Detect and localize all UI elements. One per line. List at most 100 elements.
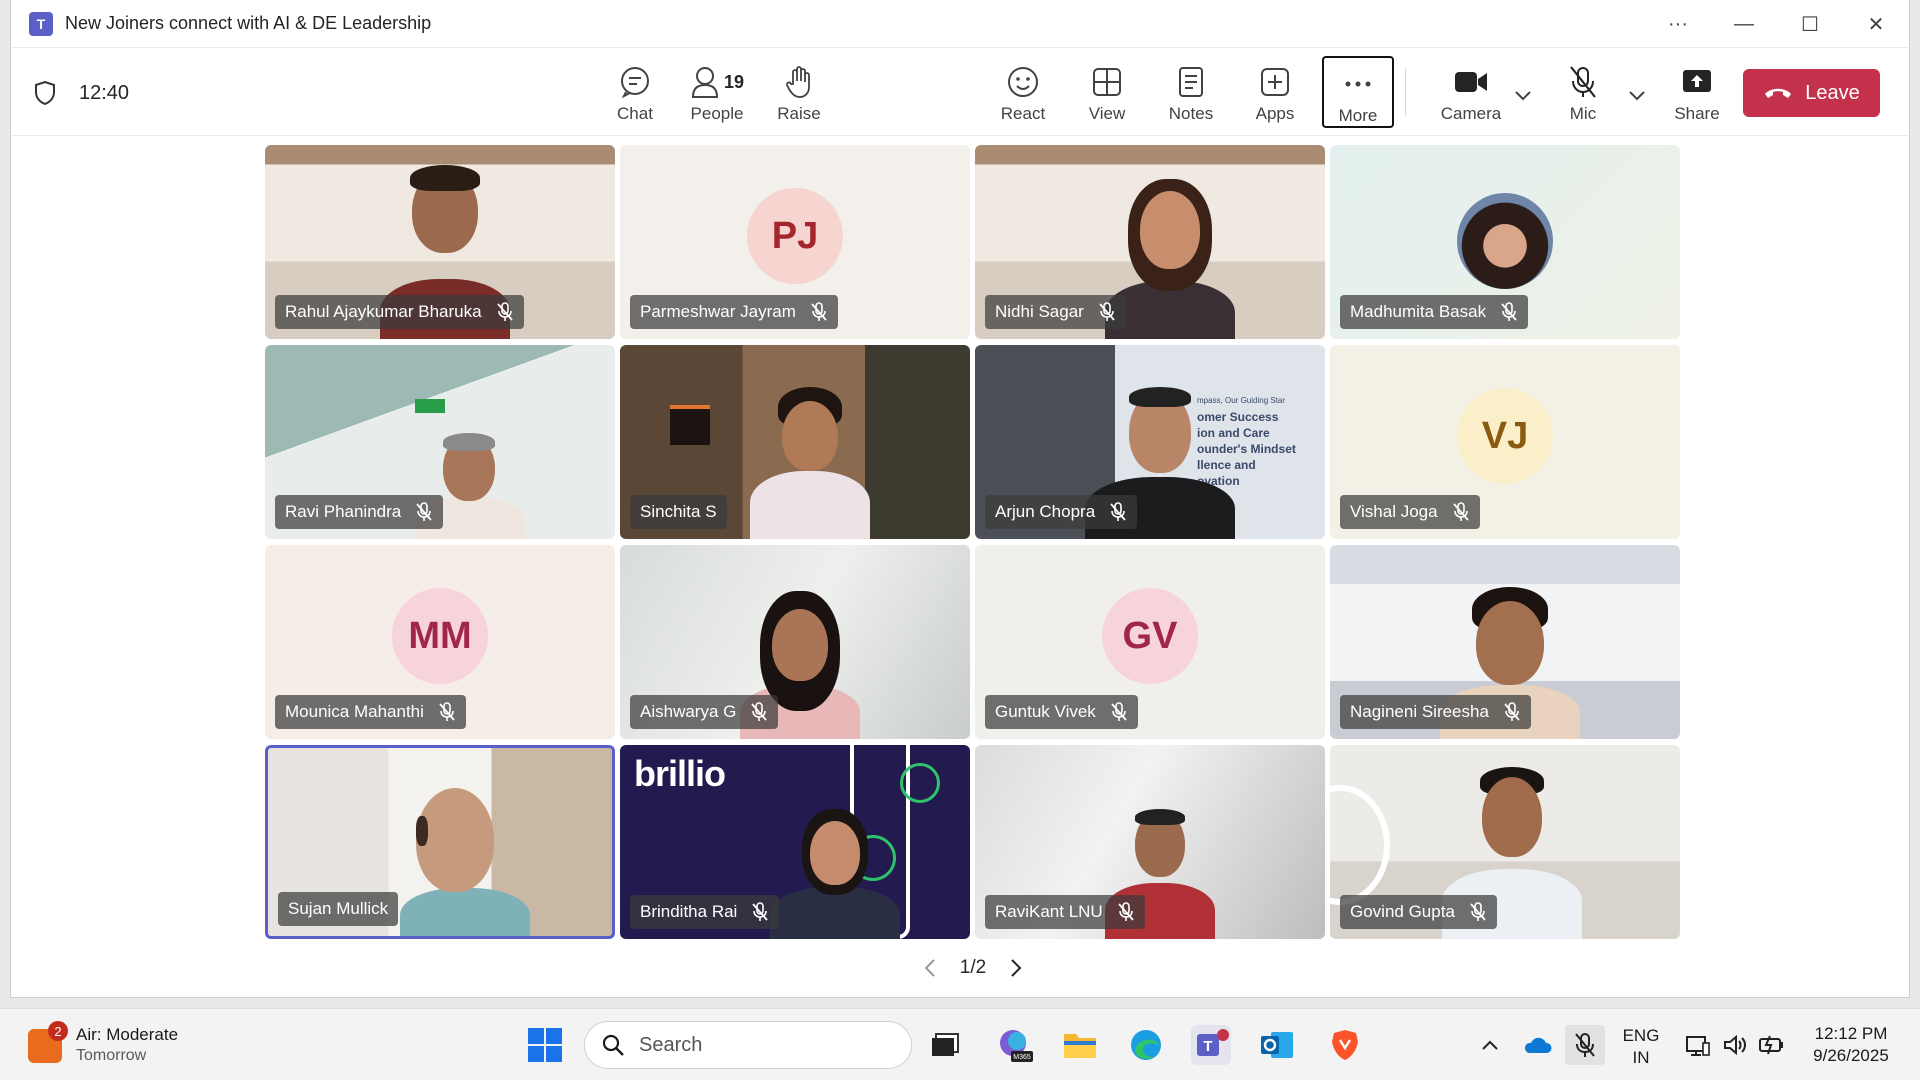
notes-icon [1177,62,1205,102]
react-button[interactable]: React [991,56,1055,128]
participant-tile[interactable]: Sinchita S [620,345,970,539]
participant-video [770,809,900,939]
participant-tile[interactable]: Nidhi Sagar [975,145,1325,339]
participant-name-tag: Brinditha Rai [630,895,780,929]
participant-name: Sinchita S [640,502,717,521]
people-button[interactable]: 19 People [677,56,757,128]
teams-taskbar-icon[interactable]: T [1191,1025,1231,1065]
participant-initials-avatar: VJ [1457,388,1553,485]
windows-start-icon[interactable] [525,1025,565,1065]
minimize-icon[interactable]: — [1711,0,1777,48]
participant-grid: Rahul Ajaykumar Bharuka PJ Parmeshwar Ja… [265,145,1680,940]
network-icon[interactable] [1678,1025,1718,1065]
search-icon [602,1034,624,1056]
participant-name-tag: Arjun Chopra [985,495,1138,529]
apps-label: Apps [1255,104,1295,123]
mic-muted-icon [751,702,768,721]
participant-tile[interactable]: Aishwarya G [620,545,970,739]
mic-label: Mic [1569,104,1597,123]
previous-page-icon[interactable] [923,958,937,978]
camera-icon [1454,62,1488,102]
title-bar: T New Joiners connect with AI & DE Leade… [11,0,1909,48]
participant-name: Guntuk Vivek [995,702,1096,721]
mic-options-chevron-icon[interactable] [1627,86,1647,106]
desktop: T New Joiners connect with AI & DE Leade… [0,0,1920,1008]
mic-muted-icon [496,302,513,321]
participant-tile[interactable]: GV Guntuk Vivek [975,545,1325,739]
microsoft-365-icon[interactable]: M365 [995,1025,1035,1065]
taskbar-search[interactable]: Search [584,1021,912,1069]
mic-muted-icon [1470,902,1486,921]
clock-time: 12:12 PM [1814,1024,1888,1043]
add-apps-icon [1260,62,1290,102]
volume-icon[interactable] [1715,1025,1755,1065]
task-view-icon[interactable] [925,1025,965,1065]
participant-tile[interactable]: Govind Gupta [1330,745,1680,939]
weather-day: Tomorrow [76,1047,147,1064]
share-label: Share [1674,104,1720,123]
participant-tile[interactable]: Ravi Phanindra [265,345,615,539]
participant-tile[interactable]: PJ Parmeshwar Jayram [620,145,970,339]
participant-name: Rahul Ajaykumar Bharuka [285,302,482,321]
participant-name-tag: Rahul Ajaykumar Bharuka [275,295,524,329]
apps-button[interactable]: Apps [1243,56,1307,128]
mic-muted-icon [752,902,769,921]
show-hidden-icons-chevron-icon[interactable] [1470,1025,1510,1065]
share-button[interactable]: Share [1665,56,1729,128]
maximize-icon[interactable]: ☐ [1777,0,1843,48]
edge-browser-icon[interactable] [1126,1025,1166,1065]
outlook-icon[interactable] [1257,1025,1297,1065]
participant-tile[interactable]: RaviKant LNU [975,745,1325,939]
mic-muted-tray-icon[interactable] [1565,1025,1605,1065]
weather-widget[interactable]: 2 Air: Moderate Tomorrow [28,1021,228,1069]
participant-name: Brinditha Rai [640,902,738,921]
mic-button[interactable]: Mic [1551,56,1615,128]
raise-hand-button[interactable]: Raise [767,56,831,128]
camera-button[interactable]: Camera [1431,56,1511,128]
close-icon[interactable]: ✕ [1843,0,1909,48]
participant-tile[interactable]: brillio Brinditha Rai [620,745,970,939]
meeting-timer: 12:40 [79,82,130,104]
react-label: React [1000,104,1046,123]
participant-name: Aishwarya G [640,702,737,721]
participant-name-tag: Parmeshwar Jayram [630,295,838,329]
clock[interactable]: 12:12 PM 9/26/2025 [1796,1023,1906,1067]
next-page-icon[interactable] [1009,958,1023,978]
more-options-icon[interactable]: ··· [1645,0,1711,48]
participant-tile[interactable]: MM Mounica Mahanthi [265,545,615,739]
participant-tile-active-speaker[interactable]: Sujan Mullick [265,745,615,939]
notes-button[interactable]: Notes [1159,56,1223,128]
people-label: People [690,104,744,123]
brave-browser-icon[interactable] [1325,1025,1365,1065]
camera-options-chevron-icon[interactable] [1513,86,1533,106]
participant-tile[interactable]: Nagineni Sireesha [1330,545,1680,739]
share-screen-icon [1681,62,1713,102]
leave-button[interactable]: Leave [1743,69,1880,117]
mic-muted-icon [439,702,455,721]
participant-name-tag: Ravi Phanindra [275,495,444,529]
participant-tile[interactable]: Rahul Ajaykumar Bharuka [265,145,615,339]
language-indicator[interactable]: ENG IN [1616,1025,1666,1069]
grid-view-icon [1092,62,1122,102]
onedrive-icon[interactable] [1517,1025,1557,1065]
fireplace [670,405,710,445]
participant-name-tag: Vishal Joga [1340,495,1480,529]
mic-muted-icon [1504,702,1520,721]
people-icon: 19 [690,62,744,102]
file-explorer-icon[interactable] [1060,1025,1100,1065]
chat-button[interactable]: Chat [603,56,667,128]
participant-tile[interactable]: Madhumita Basak [1330,145,1680,339]
more-button[interactable]: More [1322,56,1394,128]
teams-icon: T [29,11,53,36]
battery-charging-icon[interactable] [1752,1025,1792,1065]
participant-initials-avatar: MM [392,588,488,685]
shield-icon[interactable] [33,80,57,106]
participant-tile[interactable]: mpass, Our Guiding Star omer Success ion… [975,345,1325,539]
windows-taskbar: 2 Air: Moderate Tomorrow Search M365 T E… [0,1008,1920,1080]
participant-name-tag: Madhumita Basak [1340,295,1529,329]
view-button[interactable]: View [1075,56,1139,128]
participant-name-tag: Sujan Mullick [278,892,399,926]
meeting-toolbar: 12:40 Chat 19 People Raise React View No… [11,48,1909,136]
participant-name: Parmeshwar Jayram [640,302,796,321]
participant-tile[interactable]: VJ Vishal Joga [1330,345,1680,539]
